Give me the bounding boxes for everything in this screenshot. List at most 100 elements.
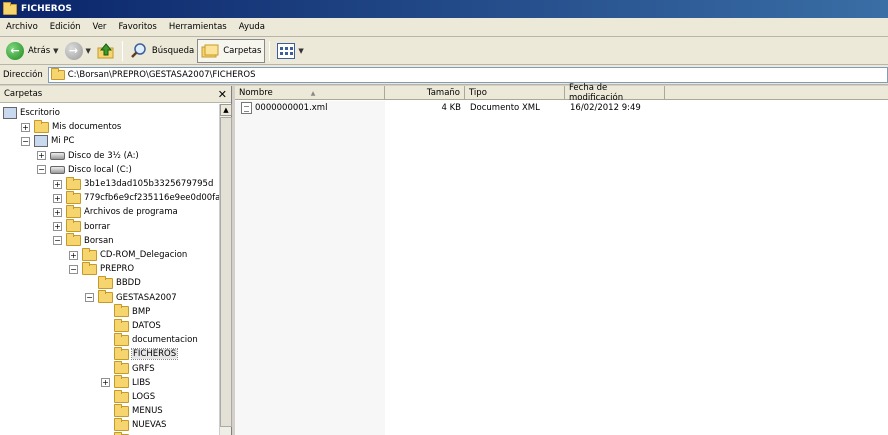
menu-ver[interactable]: Ver [87, 22, 113, 32]
expand-icon[interactable]: + [53, 222, 62, 232]
search-icon [130, 42, 148, 60]
scroll-thumb[interactable] [220, 117, 232, 427]
floppy-drive-icon [50, 151, 65, 160]
search-label: Búsqueda [151, 45, 195, 56]
hard-drive-icon [50, 165, 65, 174]
tree-item[interactable]: GRFS [101, 361, 155, 376]
expand-icon[interactable]: + [37, 151, 46, 161]
tree-item[interactable]: MENUS [101, 403, 163, 418]
menu-favoritos[interactable]: Favoritos [112, 22, 162, 32]
tree-item[interactable]: documentacion [101, 332, 198, 347]
tree-item[interactable]: + borrar [53, 219, 111, 234]
address-input[interactable]: C:\Borsan\PREPRO\GESTASA2007\FICHEROS [47, 66, 888, 83]
column-header-modified[interactable]: Fecha de modificación [565, 83, 665, 103]
scroll-up-icon[interactable]: ▲ [220, 104, 232, 116]
tree-item[interactable]: + Disco de 3½ (A:) [37, 149, 139, 163]
folder-icon [66, 204, 81, 218]
menu-edicion[interactable]: Edición [44, 22, 87, 32]
folder-icon [114, 375, 129, 389]
tree-item-label: GRFS [132, 363, 155, 374]
tree-item-label: CD-ROM_Delegacion [100, 250, 188, 260]
collapse-icon[interactable]: − [69, 264, 78, 274]
column-header-modified-label: Fecha de modificación [569, 83, 624, 103]
views-dropdown-icon[interactable]: ▼ [298, 47, 303, 55]
window-title: FICHEROS [21, 4, 72, 14]
tree-item[interactable]: FICHEROS [101, 346, 179, 361]
folder-icon [114, 304, 129, 318]
toolbar-separator [269, 40, 271, 61]
expand-icon[interactable]: + [53, 193, 62, 203]
expand-icon[interactable]: + [53, 179, 62, 189]
tree-item[interactable]: +3b1e13dad105b3325679795d [53, 176, 213, 191]
tree-item[interactable]: − Borsan [53, 233, 114, 248]
address-bar: Dirección C:\Borsan\PREPRO\GESTASA2007\F… [0, 65, 888, 85]
close-icon[interactable]: ✕ [218, 88, 227, 101]
collapse-icon[interactable]: − [85, 293, 94, 303]
tree-item[interactable]: NUEVAS [101, 417, 167, 432]
column-header-name[interactable]: Nombre ▲ [235, 86, 385, 100]
collapse-icon[interactable]: − [53, 236, 62, 246]
tree-item[interactable]: + LIBS [101, 375, 150, 390]
tree-item[interactable]: − Mi PC [21, 134, 74, 148]
tree-item-label: Escritorio [20, 108, 60, 118]
folder-open-icon [82, 261, 97, 275]
tree-scrollbar[interactable]: ▲ [219, 104, 232, 435]
tree-item-label: NUEVAS [132, 420, 167, 431]
file-type: Documento XML [470, 103, 540, 113]
tree-item[interactable]: Escritorio [3, 106, 60, 120]
folders-button[interactable]: Carpetas [197, 38, 266, 63]
column-header-type[interactable]: Tipo [465, 86, 565, 100]
folder-icon [114, 389, 129, 403]
expand-icon[interactable]: + [101, 378, 110, 388]
file-row[interactable]: 0000000001.xml 4 KB Documento XML 16/02/… [235, 101, 888, 115]
tree-item-label: FICHEROS [130, 348, 179, 361]
tree-item[interactable]: BMP [101, 304, 150, 319]
tree-item[interactable]: +779cfb6e9cf235116e9ee0d00fa68452 [53, 190, 219, 205]
up-button[interactable] [94, 39, 118, 63]
forward-button[interactable]: → ▼ [62, 39, 94, 63]
expand-icon[interactable]: + [53, 207, 62, 217]
folder-up-icon [97, 42, 115, 60]
address-path: C:\Borsan\PREPRO\GESTASA2007\FICHEROS [67, 69, 256, 80]
tree-item-label: LOGS [132, 392, 156, 402]
file-type-cell: Documento XML [470, 101, 540, 115]
menu-archivo[interactable]: Archivo [0, 22, 44, 32]
tree-item[interactable]: LOGS [101, 389, 156, 404]
menu-ayuda[interactable]: Ayuda [233, 22, 271, 32]
collapse-icon[interactable]: − [21, 136, 30, 146]
tree-item[interactable]: DATOS [101, 318, 161, 333]
tree-item-label: 779cfb6e9cf235116e9ee0d00fa68452 [84, 193, 219, 204]
tree-item[interactable]: BBDD [85, 275, 141, 290]
file-size: 4 KB [441, 103, 461, 113]
column-header-size-label: Tamaño [426, 88, 460, 98]
collapse-icon[interactable]: − [37, 165, 46, 175]
folder-icon [114, 318, 129, 332]
tree-item[interactable]: + Archivos de programa [53, 204, 178, 219]
tree-item-label: BBDD [116, 278, 141, 289]
folders-pane: Carpetas ✕ Escritorio + Mis documentos − Mi … [0, 86, 232, 435]
forward-dropdown-icon[interactable]: ▼ [86, 47, 91, 55]
file-size-cell: 4 KB [385, 101, 461, 115]
menu-herramientas[interactable]: Herramientas [163, 22, 233, 32]
file-modified: 16/02/2012 9:49 [570, 103, 641, 113]
column-header-name-label: Nombre [239, 88, 273, 98]
tree-item[interactable]: − Disco local (C:) [37, 163, 132, 177]
tree-item-label: borrar [84, 221, 111, 232]
expand-icon[interactable]: + [69, 250, 78, 260]
computer-icon [34, 135, 48, 148]
folder-icon [114, 361, 129, 375]
back-button[interactable]: ← Atrás ▼ [3, 39, 62, 63]
tree-item-label: DATOS [132, 321, 161, 331]
expand-icon[interactable]: + [21, 122, 30, 132]
search-button[interactable]: Búsqueda [127, 39, 197, 63]
folder-open-icon [66, 233, 81, 247]
tree-item[interactable]: − PREPRO [69, 261, 134, 276]
toolbar: ← Atrás ▼ → ▼ Búsqueda Carpetas ▼ [0, 37, 888, 65]
tree-item[interactable]: − GESTASA2007 [85, 290, 177, 305]
tree-item[interactable]: + Mis documentos [21, 119, 121, 134]
tree-item-label: Disco local (C:) [68, 164, 132, 175]
views-button[interactable]: ▼ [274, 39, 306, 63]
tree-item[interactable]: + CD-ROM_Delegacion [69, 247, 188, 262]
back-dropdown-icon[interactable]: ▼ [53, 47, 58, 55]
column-header-size[interactable]: Tamaño [385, 86, 465, 100]
